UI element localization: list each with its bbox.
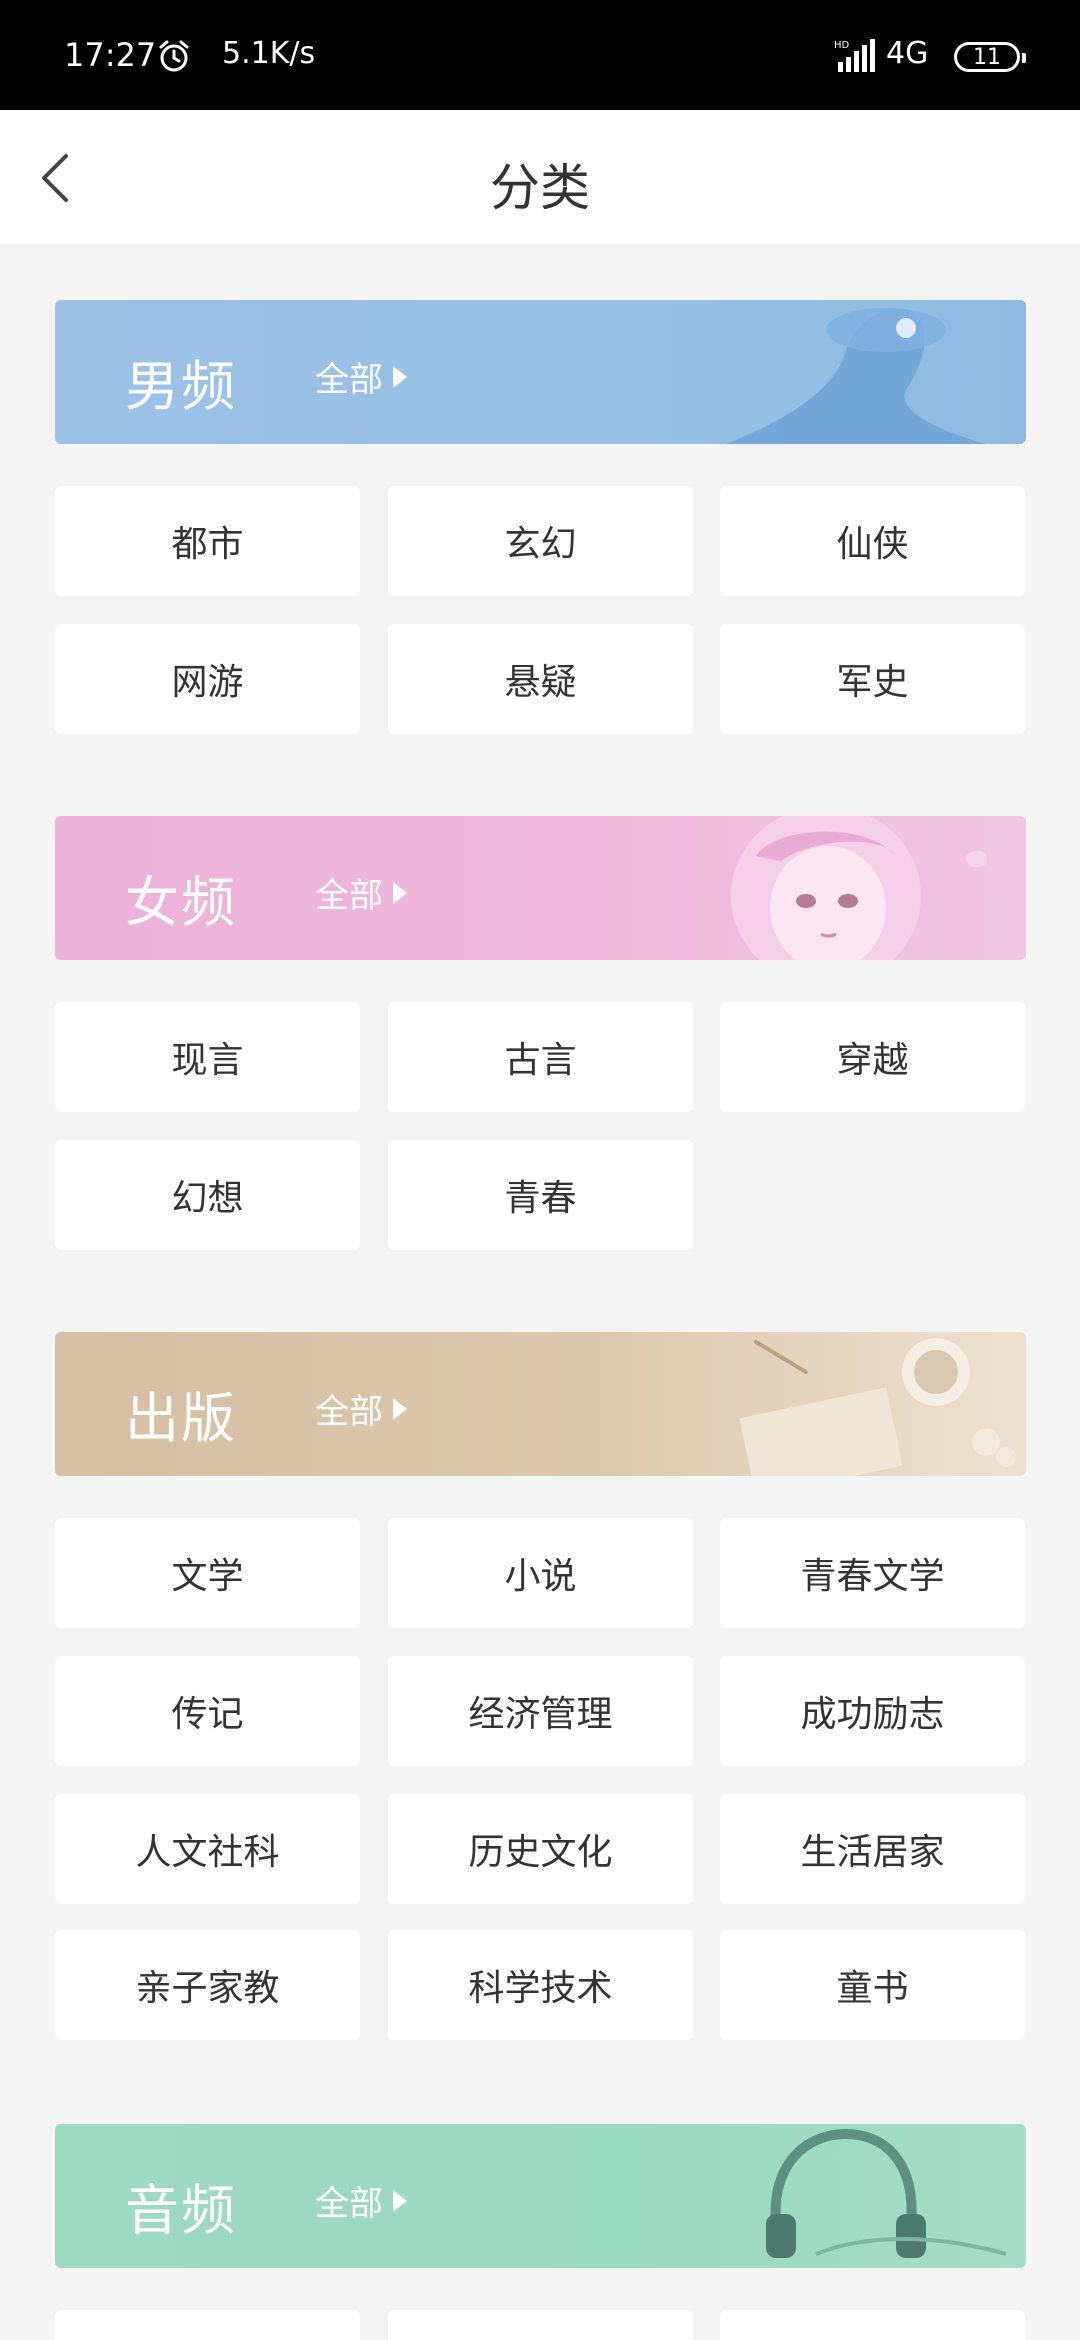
alarm-icon: [159, 40, 189, 72]
battery-level: 11: [973, 44, 1001, 70]
female-all-link[interactable]: 全部: [315, 868, 407, 917]
banner-female[interactable]: 女频 全部: [55, 816, 1026, 960]
audio-all-label: 全部: [315, 2184, 383, 2224]
tag-publish-1[interactable]: 小说: [388, 1518, 693, 1628]
tag-male-0[interactable]: 都市: [55, 486, 360, 596]
tag-male-2[interactable]: 仙侠: [720, 486, 1025, 596]
tag-publish-8[interactable]: 生活居家: [720, 1794, 1025, 1904]
tag-publish-6[interactable]: 人文社科: [55, 1794, 360, 1904]
tag-publish-3[interactable]: 传记: [55, 1656, 360, 1766]
tag-female-3[interactable]: 幻想: [55, 1140, 360, 1250]
audio-all-link[interactable]: 全部: [315, 2176, 407, 2225]
page-title: 分类: [490, 159, 590, 217]
triangle-right-icon: [393, 2189, 407, 2212]
banner-publish-title: 出版: [125, 1387, 237, 1450]
banner-male[interactable]: 男频 全部: [55, 300, 1026, 444]
svg-text:HD: HD: [834, 40, 850, 51]
banner-publish-art: [739, 1338, 1016, 1476]
tag-audio-2[interactable]: [720, 2310, 1025, 2340]
tag-male-4[interactable]: 悬疑: [388, 624, 693, 734]
banner-publish[interactable]: 出版 全部: [55, 1332, 1026, 1476]
status-bar: 17:27 5.1K/s HD 4G 11: [0, 0, 1080, 110]
tag-male-5[interactable]: 军史: [720, 624, 1025, 734]
publish-all-link[interactable]: 全部: [315, 1384, 407, 1433]
network-type: 4G: [886, 36, 929, 71]
banner-female-title: 女频: [125, 871, 237, 934]
tag-publish-5[interactable]: 成功励志: [720, 1656, 1025, 1766]
network-speed: 5.1K/s: [222, 36, 316, 71]
male-all-label: 全部: [315, 360, 383, 400]
tag-female-4[interactable]: 青春: [388, 1140, 693, 1250]
tag-publish-9[interactable]: 亲子家教: [55, 1930, 360, 2040]
banner-male-art: [726, 308, 986, 444]
triangle-right-icon: [393, 365, 407, 388]
banner-audio[interactable]: 音频 全部: [55, 2124, 1026, 2268]
tag-female-1[interactable]: 古言: [388, 1002, 693, 1112]
battery-icon: 11: [954, 42, 1026, 72]
banner-male-title: 男频: [125, 355, 237, 418]
banner-audio-title: 音频: [125, 2179, 237, 2242]
banner-audio-art: [766, 2128, 1007, 2258]
banner-female-art: [731, 816, 987, 960]
tag-publish-4[interactable]: 经济管理: [388, 1656, 693, 1766]
tag-publish-0[interactable]: 文学: [55, 1518, 360, 1628]
publish-all-label: 全部: [315, 1392, 383, 1432]
tag-female-2[interactable]: 穿越: [720, 1002, 1025, 1112]
male-all-link[interactable]: 全部: [315, 352, 407, 401]
signal-icon: HD: [834, 39, 875, 72]
female-all-label: 全部: [315, 876, 383, 916]
tag-publish-10[interactable]: 科学技术: [388, 1930, 693, 2040]
nav-bar: 分类: [0, 110, 1080, 244]
tag-publish-2[interactable]: 青春文学: [720, 1518, 1025, 1628]
tag-audio-1[interactable]: [388, 2310, 693, 2340]
tag-male-3[interactable]: 网游: [55, 624, 360, 734]
tag-male-1[interactable]: 玄幻: [388, 486, 693, 596]
status-time: 17:27: [64, 36, 157, 74]
triangle-right-icon: [393, 1397, 407, 1420]
tag-female-0[interactable]: 现言: [55, 1002, 360, 1112]
tag-publish-7[interactable]: 历史文化: [388, 1794, 693, 1904]
tag-audio-0[interactable]: [55, 2310, 360, 2340]
tag-publish-11[interactable]: 童书: [720, 1930, 1025, 2040]
triangle-right-icon: [393, 881, 407, 904]
